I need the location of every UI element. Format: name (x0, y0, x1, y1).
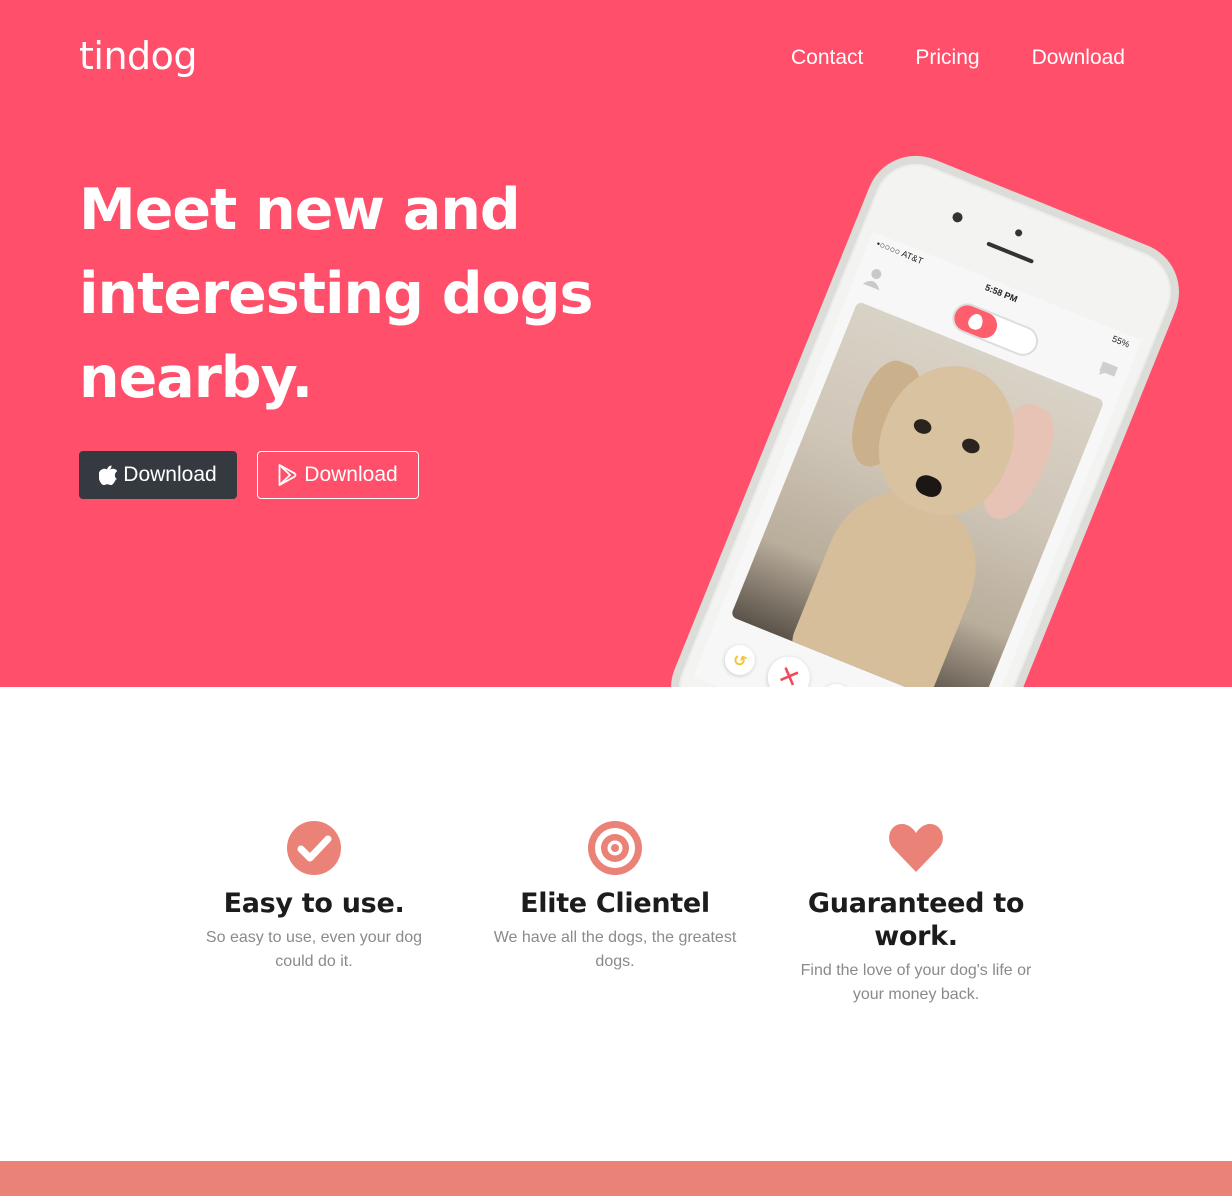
apple-icon (99, 465, 118, 485)
check-circle-icon (287, 821, 341, 875)
feature-text: So easy to use, even your dog could do i… (205, 929, 423, 970)
phone-mockup: •○○○○ AT&T 5:58 PM 55% ↺ ✕ (655, 140, 1195, 687)
hero-headline: Meet new and interesting dogs nearby. (79, 177, 593, 411)
top-nav: Contact Pricing Download (739, 46, 1125, 70)
feature-title: Elite Clientel (520, 888, 710, 919)
feature-title: Easy to use. (223, 888, 405, 919)
nope-icon: ✕ (761, 650, 817, 687)
footer-band (0, 1161, 1232, 1196)
nav-link-contact[interactable]: Contact (791, 46, 863, 70)
toggle-active-half (950, 301, 1001, 343)
apple-download-label: Download (123, 463, 217, 486)
rewind-icon: ↺ (720, 640, 760, 680)
flame-icon (966, 311, 986, 332)
features-section: Easy to use. So easy to use, even your d… (0, 687, 1232, 1161)
chat-icon (1098, 361, 1118, 377)
google-play-download-label: Download (304, 463, 398, 486)
apple-download-button[interactable]: Download (79, 451, 237, 499)
brand-logo[interactable]: tindog (79, 34, 198, 78)
feature-text: Find the love of your dog's life or your… (800, 962, 1032, 1003)
google-play-download-button[interactable]: Download (257, 451, 419, 499)
boost-icon: ⚡ (816, 679, 856, 687)
google-play-icon (278, 464, 297, 486)
profile-icon (862, 269, 882, 291)
bullseye-icon (588, 821, 642, 875)
hero-section: tindog Contact Pricing Download Meet new… (0, 0, 1232, 687)
feature-easy-to-use: Easy to use. So easy to use, even your d… (189, 819, 439, 974)
dog-photo (730, 301, 1105, 687)
feature-title: Guaranteed to work. (807, 888, 1025, 952)
nav-link-download[interactable]: Download (1032, 46, 1125, 70)
heart-icon (889, 824, 943, 872)
status-battery: 55% (1110, 333, 1132, 350)
feature-guaranteed: Guaranteed to work. Find the love of you… (791, 819, 1041, 1007)
feature-text: We have all the dogs, the greatest dogs. (493, 929, 737, 970)
feature-elite-clientel: Elite Clientel We have all the dogs, the… (490, 819, 740, 974)
nav-link-pricing[interactable]: Pricing (915, 46, 979, 70)
